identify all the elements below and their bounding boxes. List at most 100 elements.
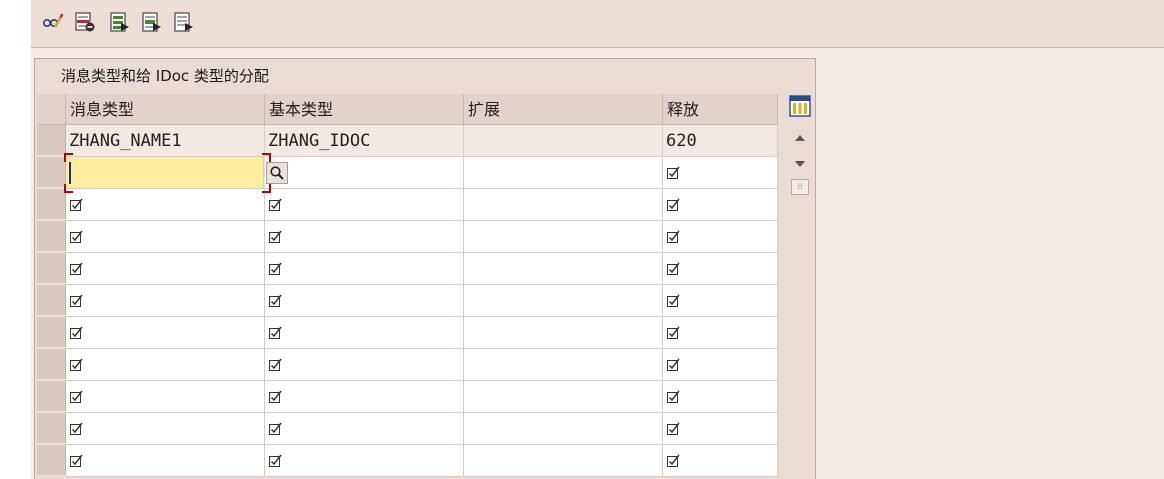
checkbox-icon: [269, 198, 282, 211]
focus-corner-marker: [64, 153, 73, 162]
row-selector[interactable]: [37, 157, 66, 188]
focus-corner-marker: [262, 184, 271, 193]
column-header-message-type[interactable]: 消息类型: [66, 94, 265, 125]
checkbox-icon: [70, 390, 83, 403]
message-type-cell[interactable]: [66, 349, 265, 381]
checkbox-icon: [667, 262, 680, 275]
checkbox-icon: [70, 230, 83, 243]
release-cell[interactable]: [663, 381, 778, 413]
extension-cell: [464, 221, 663, 253]
row-selector[interactable]: [37, 317, 66, 348]
row-selector[interactable]: [37, 285, 66, 316]
checkbox-icon: [269, 262, 282, 275]
basic-type-cell[interactable]: [265, 413, 464, 445]
message-type-cell[interactable]: [66, 413, 265, 445]
assignment-table-panel: 消息类型和给 IDoc 类型的分配 消息类型 基本类型 扩展 释放 ZHANG_…: [34, 58, 816, 479]
message-type-cell[interactable]: [66, 317, 265, 349]
basic-type-cell[interactable]: [265, 317, 464, 349]
select-block-icon: [142, 12, 161, 32]
message-type-cell[interactable]: [66, 381, 265, 413]
message-type-cell[interactable]: [66, 445, 265, 477]
extension-cell: [464, 413, 663, 445]
checkbox-icon: [667, 390, 680, 403]
extension-cell: [464, 253, 663, 285]
extension-cell: [464, 381, 663, 413]
row-selector[interactable]: [37, 349, 66, 380]
basic-type-cell[interactable]: [265, 285, 464, 317]
column-header-release[interactable]: 释放: [663, 94, 778, 125]
message-type-input-active[interactable]: [66, 157, 264, 189]
extension-cell: [464, 125, 663, 157]
checkbox-icon: [269, 422, 282, 435]
release-cell[interactable]: [663, 157, 778, 189]
message-type-cell[interactable]: ZHANG_NAME1: [66, 125, 265, 157]
checkbox-icon: [70, 358, 83, 371]
scroll-thumb[interactable]: ⁞⁞: [791, 179, 809, 195]
checkbox-icon: [70, 422, 83, 435]
release-cell[interactable]: [663, 285, 778, 317]
checkbox-icon: [269, 390, 282, 403]
basic-type-cell[interactable]: [265, 381, 464, 413]
release-cell[interactable]: [663, 253, 778, 285]
column-header-basic-type[interactable]: 基本类型: [265, 94, 464, 125]
release-cell[interactable]: [663, 317, 778, 349]
message-type-cell[interactable]: [66, 189, 265, 221]
deselect-all-icon: [174, 12, 193, 32]
extension-cell: [464, 285, 663, 317]
checkbox-icon: [667, 294, 680, 307]
deselect-all-button[interactable]: [171, 9, 195, 35]
checkbox-icon: [70, 326, 83, 339]
checkbox-icon: [269, 294, 282, 307]
row-selector[interactable]: [37, 221, 66, 252]
table-settings-icon: [789, 95, 811, 117]
checkbox-icon: [667, 230, 680, 243]
select-all-button[interactable]: [107, 9, 131, 35]
left-margin: [0, 0, 31, 479]
row-selector[interactable]: [37, 413, 66, 444]
checkbox-icon: [70, 198, 83, 211]
scroll-down-icon[interactable]: [795, 161, 805, 167]
column-settings-button[interactable]: [789, 95, 811, 119]
checkbox-icon: [667, 326, 680, 339]
release-cell[interactable]: [663, 221, 778, 253]
checkbox-icon: [70, 294, 83, 307]
display-change-button[interactable]: [41, 9, 65, 35]
extension-cell: [464, 445, 663, 477]
row-selector[interactable]: [37, 381, 66, 412]
release-cell[interactable]: [663, 413, 778, 445]
row-selector[interactable]: [37, 125, 66, 156]
value-help-button[interactable]: [266, 162, 288, 184]
checkbox-icon: [269, 230, 282, 243]
release-cell[interactable]: 620: [663, 125, 778, 157]
release-cell[interactable]: [663, 349, 778, 381]
message-type-cell[interactable]: [66, 253, 265, 285]
basic-type-cell[interactable]: [265, 349, 464, 381]
delete-row-button[interactable]: [73, 9, 97, 35]
message-type-cell[interactable]: [66, 285, 265, 317]
message-type-cell[interactable]: [66, 221, 265, 253]
checkbox-icon: [70, 262, 83, 275]
basic-type-cell[interactable]: [265, 253, 464, 285]
row-selector[interactable]: [37, 253, 66, 284]
release-cell[interactable]: [663, 189, 778, 221]
basic-type-cell[interactable]: [265, 189, 464, 221]
select-block-button[interactable]: [139, 9, 163, 35]
application-toolbar: [31, 0, 1164, 48]
focus-corner-marker: [64, 184, 73, 193]
text-cursor: [69, 162, 71, 184]
extension-cell: [464, 317, 663, 349]
select-all-rows-corner[interactable]: [37, 94, 66, 125]
basic-type-cell[interactable]: [265, 221, 464, 253]
column-header-extension[interactable]: 扩展: [464, 94, 663, 125]
scroll-up-icon[interactable]: [795, 135, 805, 141]
focus-corner-marker: [262, 153, 271, 162]
basic-type-cell[interactable]: ZHANG_IDOC: [265, 125, 464, 157]
release-cell[interactable]: [663, 445, 778, 477]
checkbox-icon: [667, 454, 680, 467]
basic-type-cell[interactable]: [265, 445, 464, 477]
basic-type-cell[interactable]: [265, 157, 464, 189]
checkbox-icon: [667, 198, 680, 211]
checkbox-icon: [667, 166, 680, 179]
row-selector[interactable]: [37, 189, 66, 220]
row-selector[interactable]: [37, 445, 66, 476]
